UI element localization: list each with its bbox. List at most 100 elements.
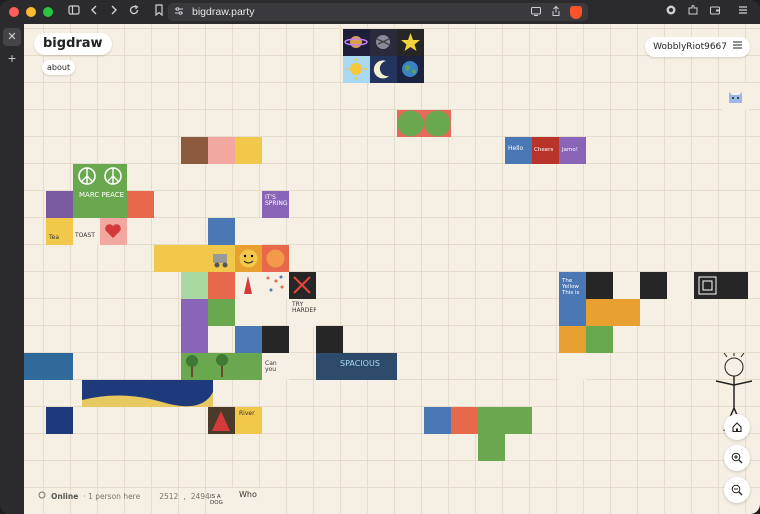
drawing-tile[interactable] <box>397 56 424 83</box>
drawing-tile[interactable] <box>235 272 262 299</box>
wallet-icon[interactable] <box>706 0 724 24</box>
share-icon[interactable] <box>550 5 562 20</box>
drawing-tile[interactable] <box>397 110 424 137</box>
zoom-in-button[interactable] <box>724 445 750 471</box>
drawing-tile[interactable] <box>235 245 262 272</box>
drawing-tile[interactable] <box>722 83 749 110</box>
drawing-tile[interactable] <box>100 218 127 245</box>
drawing-tile[interactable] <box>586 326 613 353</box>
drawing-tile[interactable] <box>208 299 235 326</box>
drawing-tile[interactable] <box>586 272 613 299</box>
drawing-tile[interactable] <box>586 299 640 326</box>
zoom-out-button[interactable] <box>724 477 750 503</box>
forward-icon[interactable] <box>105 0 123 24</box>
url-text: bigdraw.party <box>192 6 255 18</box>
drawing-tile[interactable] <box>235 218 262 245</box>
drawing-tile[interactable] <box>127 191 154 218</box>
drawing-tile[interactable] <box>478 434 505 461</box>
drawing-tile[interactable] <box>343 56 370 83</box>
close-icon[interactable]: ✕ <box>3 28 21 46</box>
drawing-tile[interactable] <box>181 299 208 326</box>
extensions-icon[interactable] <box>684 0 702 24</box>
drawing-tile[interactable] <box>316 326 343 353</box>
bookmark-icon[interactable] <box>150 0 168 24</box>
drawing-tile[interactable] <box>181 326 208 353</box>
drawing-tile[interactable]: Who <box>235 488 262 514</box>
drawing-tile[interactable] <box>424 110 451 137</box>
site-settings-icon[interactable] <box>174 6 184 19</box>
drawing-tile[interactable] <box>370 56 397 83</box>
drawing-tile[interactable] <box>235 299 262 326</box>
drawing-tile[interactable] <box>208 218 235 245</box>
drawing-tile[interactable] <box>343 29 370 56</box>
drawing-tile[interactable] <box>262 245 289 272</box>
browser-toolbar: bigdraw.party <box>0 0 760 24</box>
tile-text: Cheers <box>534 147 554 153</box>
drawing-tile[interactable] <box>181 245 208 272</box>
about-button[interactable]: about <box>42 60 76 75</box>
drawing-tile[interactable] <box>181 353 262 380</box>
brave-shield-icon[interactable] <box>570 6 582 19</box>
drawing-tile[interactable] <box>235 137 262 164</box>
tile-text: TOAST <box>75 232 95 239</box>
back-icon[interactable] <box>85 0 103 24</box>
drawing-tile[interactable]: TOAST <box>73 218 100 245</box>
drawing-tile[interactable]: Cheers <box>532 137 559 164</box>
drawing-tile[interactable]: TRY HARDER <box>289 299 316 326</box>
drawing-tile[interactable]: SPACIOUS <box>316 353 397 380</box>
minimize-window-button[interactable] <box>26 7 36 17</box>
drawing-tile[interactable] <box>262 326 289 353</box>
drawing-tile[interactable] <box>46 407 73 434</box>
brave-rewards-icon[interactable] <box>662 0 680 24</box>
user-menu-button[interactable]: WobblyRiot9667 <box>645 37 750 57</box>
drawing-tile[interactable] <box>667 272 694 299</box>
drawing-tile[interactable] <box>640 272 667 299</box>
drawing-canvas[interactable]: Hello Cheers Jamo! MARC PEACE Tea TOAST <box>24 24 760 514</box>
drawing-tile[interactable]: Hello <box>505 137 532 164</box>
tile-text: Jamo! <box>562 147 578 153</box>
drawing-tile[interactable] <box>559 353 586 380</box>
plus-icon[interactable]: + <box>3 50 21 68</box>
drawing-tile[interactable] <box>24 353 73 380</box>
sidebar-icon[interactable] <box>65 0 83 24</box>
drawing-tile[interactable] <box>82 380 213 407</box>
drawing-tile[interactable] <box>370 29 397 56</box>
drawing-tile[interactable] <box>181 137 208 164</box>
drawing-tile[interactable]: Tea <box>46 218 73 245</box>
drawing-tile[interactable]: The Yellow This is <box>559 272 586 326</box>
drawing-tile[interactable] <box>46 191 73 218</box>
maximize-window-button[interactable] <box>43 7 53 17</box>
drawing-tile[interactable] <box>208 407 235 434</box>
drawing-tile[interactable] <box>208 137 235 164</box>
app-logo[interactable]: bigdraw <box>34 33 112 55</box>
drawing-tile[interactable] <box>559 326 586 353</box>
tab-sidebar: ✕ + <box>0 24 24 514</box>
drawing-tile[interactable] <box>208 245 235 272</box>
reload-icon[interactable] <box>125 0 143 24</box>
drawing-tile[interactable] <box>721 272 748 299</box>
cast-icon[interactable] <box>530 5 542 20</box>
drawing-tile[interactable]: River <box>235 407 262 434</box>
home-button[interactable] <box>724 414 750 440</box>
drawing-tile[interactable] <box>262 272 289 299</box>
drawing-tile[interactable] <box>154 245 181 272</box>
drawing-tile[interactable]: Jamo! <box>559 137 586 164</box>
drawing-tile[interactable] <box>208 272 235 299</box>
drawing-tile[interactable] <box>613 272 640 299</box>
drawing-tile[interactable]: Can you <box>262 353 289 380</box>
drawing-tile[interactable] <box>478 407 532 434</box>
drawing-tile[interactable] <box>289 272 316 299</box>
window-controls <box>9 7 53 17</box>
drawing-tile[interactable]: IT'S SPRING <box>262 191 289 218</box>
menu-icon[interactable] <box>734 0 752 24</box>
drawing-tile[interactable] <box>424 407 451 434</box>
drawing-tile[interactable] <box>397 29 424 56</box>
drawing-tile[interactable] <box>235 326 262 353</box>
drawing-tile[interactable] <box>694 272 721 299</box>
drawing-tile[interactable] <box>451 407 478 434</box>
drawing-tile[interactable] <box>181 272 208 299</box>
close-window-button[interactable] <box>9 7 19 17</box>
drawing-tile[interactable]: MARC PEACE <box>73 164 127 218</box>
drawing-tile[interactable]: IS A DOG <box>208 488 235 514</box>
address-bar[interactable]: bigdraw.party <box>168 3 588 21</box>
